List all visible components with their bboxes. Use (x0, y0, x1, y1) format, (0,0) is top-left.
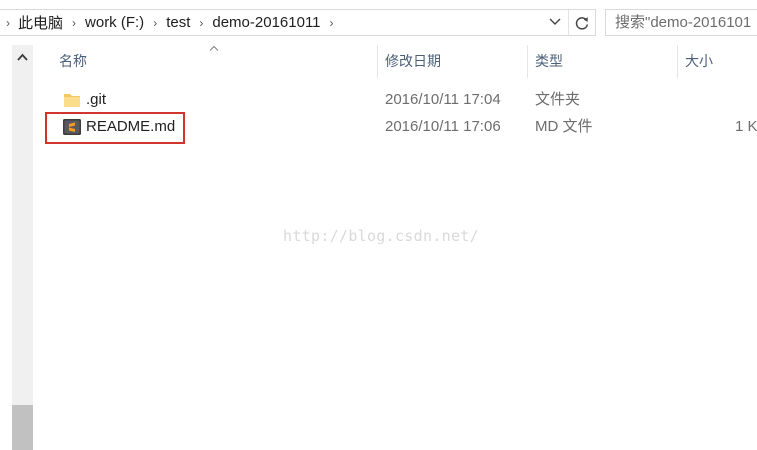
sort-ascending-icon (209, 45, 219, 51)
file-type: MD 文件 (535, 118, 593, 135)
chevron-up-icon[interactable] (16, 52, 29, 62)
file-row-git[interactable]: .git 2016/10/11 17:04 文件夹 (44, 87, 757, 113)
breadcrumb-work-drive[interactable]: work (F:) (83, 14, 146, 31)
breadcrumb-this-pc[interactable]: 此电脑 (16, 12, 65, 33)
search-input[interactable]: 搜索"demo-2016101 (605, 9, 757, 36)
breadcrumb-test[interactable]: test (164, 14, 192, 31)
column-divider[interactable] (527, 45, 528, 78)
chevron-right-icon[interactable]: › (65, 16, 83, 30)
breadcrumb: › 此电脑 › work (F:) › test › demo-20161011… (0, 10, 341, 35)
breadcrumb-demo-folder[interactable]: demo-20161011 (210, 14, 322, 31)
watermark: http://blog.csdn.net/ (283, 227, 479, 245)
file-name: .git (86, 91, 107, 108)
folder-icon (64, 94, 80, 107)
refresh-icon (575, 16, 588, 30)
file-date: 2016/10/11 17:06 (385, 118, 501, 135)
address-bar[interactable]: › 此电脑 › work (F:) › test › demo-20161011… (0, 9, 596, 36)
highlight-box (45, 112, 185, 144)
column-header-size[interactable]: 大小 (685, 45, 713, 78)
chevron-right-icon[interactable]: › (323, 16, 341, 30)
file-size: 1 K (735, 118, 757, 135)
column-divider[interactable] (377, 45, 378, 78)
column-header-date[interactable]: 修改日期 (385, 45, 441, 78)
vertical-scrollbar[interactable] (12, 45, 33, 450)
column-divider[interactable] (677, 45, 678, 78)
chevron-right-icon[interactable]: › (146, 16, 164, 30)
column-header-type[interactable]: 类型 (535, 45, 563, 78)
chevron-right-icon[interactable]: › (192, 16, 210, 30)
refresh-button[interactable] (568, 10, 594, 35)
file-type: 文件夹 (535, 91, 581, 108)
column-header-name[interactable]: 名称 (59, 45, 87, 78)
file-date: 2016/10/11 17:04 (385, 91, 501, 108)
scrollbar-thumb[interactable] (12, 405, 33, 450)
chevron-down-icon[interactable] (548, 16, 562, 28)
chevron-right-icon[interactable]: › (0, 16, 16, 30)
